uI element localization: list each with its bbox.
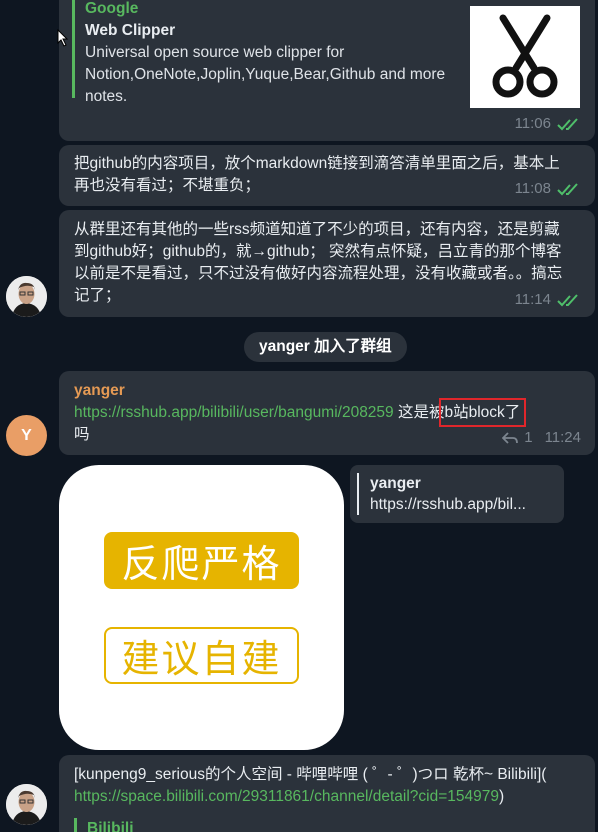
message-rsshub-link: yanger https://rsshub.app/bilibili/user/… [59,371,595,455]
sticker-line-2: 建议自建 [104,627,299,684]
message-web-clipper: Google Web Clipper Universal open source… [59,0,595,141]
reply-author: yanger [370,475,421,492]
bilibili-link[interactable]: https://space.bilibili.com/29311861/chan… [74,788,499,805]
message-body: [kunpeng9_serious的个人空间 - 哔哩哔哩 ( ゜- ゜)つロ … [74,764,584,808]
message-text-before: 这是被 [393,404,445,421]
preview-title: Web Clipper [85,22,176,39]
message-github-markdown: 把github的内容项目，放个markdown链接到滴答清单里面之后，基本上再也… [59,145,595,206]
message-text: 从群里还有其他的一些rss频道知道了不少的项目，还有内容，还是剪藏到github… [74,221,563,304]
preview-site: Google [85,0,139,17]
read-check-icon [557,118,578,131]
avatar-photo [6,784,47,825]
message-text-after: 吗 [74,426,90,443]
message-meta: 11:08 [515,178,581,200]
reply-count[interactable]: 1 [524,427,532,449]
reply-icon[interactable] [502,432,519,444]
message-meta: 1 11:24 [502,427,581,449]
message-text: [kunpeng9_serious的个人空间 - 哔哩哔哩 ( ゜- ゜)つロ … [74,766,547,783]
rsshub-link[interactable]: https://rsshub.app/bilibili/user/bangumi… [74,404,394,421]
user-avatar[interactable] [6,276,47,317]
message-rss-channels: 从群里还有其他的一些rss频道知道了不少的项目，还有内容，还是剪藏到github… [59,210,595,317]
sticker-line-1: 反爬严格 [104,532,299,589]
message-time: 11:08 [514,180,551,197]
message-time: 11:06 [514,115,551,132]
user-avatar-yanger[interactable]: Y [6,415,47,456]
message-meta: 11:06 [515,113,581,135]
sticker-anti-crawl[interactable]: 反爬严格 建议自建 [59,465,344,750]
reply-quote: yanger https://rsshub.app/bil... [357,473,526,515]
preview-description: Universal open source web clipper for No… [85,44,446,105]
mouse-cursor-icon [57,29,69,47]
message-author[interactable]: yanger [74,380,125,402]
reply-text: https://rsshub.app/bil... [370,496,526,513]
reply-preview-bubble[interactable]: yanger https://rsshub.app/bil... [350,465,564,523]
link-suffix: ) [498,788,505,805]
message-bilibili-link: [kunpeng9_serious的个人空间 - 哔哩哔哩 ( ゜- ゜)つロ … [59,755,595,832]
highlighted-text: b站block了 [438,398,527,427]
read-check-icon [557,294,578,307]
scissors-icon [492,14,558,98]
message-time: 11:14 [514,291,551,308]
message-time: 11:24 [544,429,581,446]
user-avatar[interactable] [6,784,47,825]
read-check-icon [557,183,578,196]
service-message-join: yanger 加入了群组 [244,332,407,362]
avatar-photo [6,276,47,317]
link-preview[interactable]: Google Web Clipper Universal open source… [72,0,452,105]
avatar-letter: Y [21,426,32,444]
message-text: 把github的内容项目，放个markdown链接到滴答清单里面之后，基本上再也… [74,155,560,194]
preview-site: Bilibili [87,820,134,832]
link-preview[interactable]: Bilibili [74,818,134,832]
preview-thumbnail[interactable] [470,6,580,108]
message-meta: 11:14 [515,289,581,311]
